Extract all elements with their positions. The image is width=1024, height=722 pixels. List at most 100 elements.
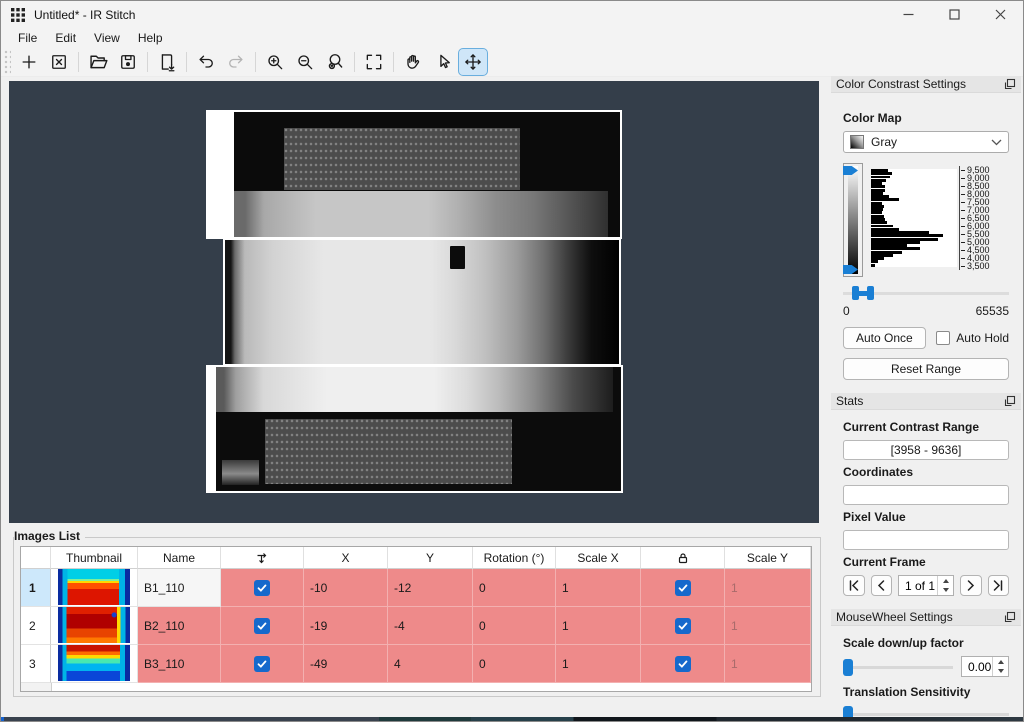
color-map-select[interactable]: Gray <box>843 131 1009 153</box>
enabled-checkbox[interactable] <box>254 580 270 596</box>
minimize-button[interactable] <box>885 1 931 28</box>
rotation-cell[interactable]: 0 <box>473 569 556 607</box>
move-tool-button[interactable] <box>459 49 487 75</box>
slider-track[interactable] <box>843 713 1009 716</box>
auto-once-button[interactable]: Auto Once <box>843 327 926 349</box>
row-index[interactable]: 1 <box>21 569 51 607</box>
row-index[interactable]: 3 <box>21 645 51 683</box>
slider-min-handle[interactable] <box>852 286 859 300</box>
corner-header-cell[interactable] <box>21 547 51 569</box>
toolbar-drag-handle[interactable] <box>4 50 11 74</box>
slider-track[interactable] <box>843 666 953 669</box>
col-name[interactable]: Name <box>138 547 221 569</box>
col-transform[interactable] <box>221 547 304 569</box>
col-lock[interactable] <box>641 547 725 569</box>
spin-down-icon[interactable] <box>938 586 953 596</box>
menu-help[interactable]: Help <box>129 29 172 47</box>
float-panel-icon[interactable] <box>1004 611 1016 623</box>
maximize-button[interactable] <box>931 1 977 28</box>
pan-tool-button[interactable] <box>399 49 427 75</box>
scale-spin-arrows[interactable] <box>992 657 1008 676</box>
color-contrast-section-header[interactable]: Color Constrast Settings <box>831 76 1021 93</box>
scale-factor-input[interactable] <box>962 660 992 674</box>
skip-last-icon <box>992 580 1004 591</box>
name-cell[interactable]: B1_110 <box>138 569 221 607</box>
scale-x-cell[interactable]: 1 <box>556 607 641 645</box>
image-strip-b1[interactable] <box>206 110 622 239</box>
scale-factor-slider[interactable] <box>843 658 953 676</box>
fit-view-button[interactable] <box>360 49 388 75</box>
image-strip-b3[interactable] <box>206 365 623 493</box>
toolbar-separator <box>147 52 148 72</box>
enabled-checkbox[interactable] <box>254 618 270 634</box>
slider-max-handle[interactable] <box>867 286 874 300</box>
float-panel-icon[interactable] <box>1004 395 1016 407</box>
enabled-checkbox-cell <box>221 607 304 645</box>
y-cell[interactable]: -4 <box>388 607 473 645</box>
col-scale-y[interactable]: Scale Y <box>725 547 811 569</box>
col-scale-x[interactable]: Scale X <box>556 547 641 569</box>
x-cell[interactable]: -10 <box>304 569 388 607</box>
lock-checkbox[interactable] <box>675 656 691 672</box>
scale-factor-spinbox[interactable] <box>961 656 1009 677</box>
remove-button[interactable] <box>45 49 73 75</box>
zoom-reset-button[interactable] <box>321 49 349 75</box>
lock-checkbox[interactable] <box>675 580 691 596</box>
zoom-out-button[interactable] <box>291 49 319 75</box>
check-icon <box>256 658 268 670</box>
scale-slider-handle[interactable] <box>843 659 853 676</box>
stitch-canvas[interactable] <box>9 81 819 523</box>
spin-down-icon[interactable] <box>993 667 1008 677</box>
menu-file[interactable]: File <box>9 29 46 47</box>
col-thumbnail[interactable]: Thumbnail <box>51 547 138 569</box>
row-index[interactable]: 2 <box>21 607 51 645</box>
last-frame-button[interactable] <box>988 575 1010 596</box>
close-button[interactable] <box>977 1 1023 28</box>
scale-x-cell[interactable]: 1 <box>556 645 641 683</box>
reset-range-button[interactable]: Reset Range <box>843 358 1009 380</box>
auto-hold-checkbox[interactable] <box>936 331 950 345</box>
first-frame-button[interactable] <box>843 575 865 596</box>
zoom-in-button[interactable] <box>261 49 289 75</box>
image-strip-b1-content <box>234 112 620 237</box>
thumbnail-image[interactable] <box>58 607 130 643</box>
thumbnail-image[interactable] <box>58 569 130 605</box>
col-x[interactable]: X <box>304 547 388 569</box>
image-strip-b2[interactable] <box>223 238 621 366</box>
x-cell[interactable]: -19 <box>304 607 388 645</box>
rotation-cell[interactable]: 0 <box>473 607 556 645</box>
col-y[interactable]: Y <box>388 547 473 569</box>
open-button[interactable] <box>84 49 112 75</box>
next-frame-button[interactable] <box>960 575 982 596</box>
name-cell[interactable]: B3_110 <box>138 645 221 683</box>
menu-edit[interactable]: Edit <box>46 29 85 47</box>
select-tool-button[interactable] <box>429 49 457 75</box>
y-cell[interactable]: -12 <box>388 569 473 607</box>
col-rotation[interactable]: Rotation (°) <box>473 547 556 569</box>
float-panel-icon[interactable] <box>1004 78 1016 90</box>
export-button[interactable] <box>153 49 181 75</box>
previous-frame-button[interactable] <box>871 575 893 596</box>
rotation-cell[interactable]: 0 <box>473 645 556 683</box>
y-cell[interactable]: 4 <box>388 645 473 683</box>
frame-spin-arrows[interactable] <box>937 576 953 595</box>
x-cell[interactable]: -49 <box>304 645 388 683</box>
stats-section-header[interactable]: Stats <box>831 393 1021 410</box>
add-button[interactable] <box>15 49 43 75</box>
contrast-range-slider[interactable] <box>843 285 1009 301</box>
mousewheel-section-header[interactable]: MouseWheel Settings <box>831 609 1021 626</box>
lock-checkbox[interactable] <box>675 618 691 634</box>
contrast-range-label: Current Contrast Range <box>843 420 1009 434</box>
spin-up-icon[interactable] <box>993 657 1008 667</box>
coordinates-field <box>843 485 1009 505</box>
spin-up-icon[interactable] <box>938 576 953 586</box>
thumbnail-image[interactable] <box>58 645 130 681</box>
scale-x-cell[interactable]: 1 <box>556 569 641 607</box>
menu-view[interactable]: View <box>85 29 129 47</box>
name-cell[interactable]: B2_110 <box>138 607 221 645</box>
save-button[interactable] <box>114 49 142 75</box>
undo-button[interactable] <box>192 49 220 75</box>
enabled-checkbox[interactable] <box>254 656 270 672</box>
redo-button[interactable] <box>222 49 250 75</box>
frame-spinbox[interactable] <box>898 575 954 596</box>
